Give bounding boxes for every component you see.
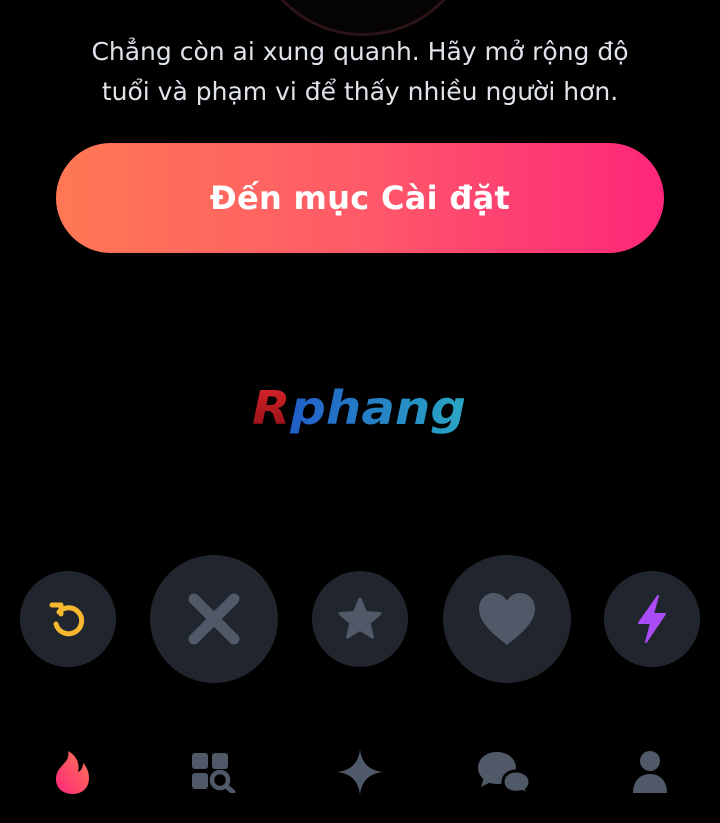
person-icon xyxy=(633,751,667,793)
empty-state-message: Chẳng còn ai xung quanh. Hãy mở rộng độ … xyxy=(40,32,680,112)
message-line-2: tuổi và phạm vi để thấy nhiều người hơn. xyxy=(101,77,619,106)
rewind-button[interactable] xyxy=(20,571,116,667)
watermark-logo: Rphang xyxy=(252,381,466,435)
chat-bubbles-icon xyxy=(478,752,532,795)
close-icon xyxy=(188,593,240,645)
tab-explore[interactable] xyxy=(184,742,244,802)
rewind-icon xyxy=(49,602,85,637)
flame-icon xyxy=(55,751,89,794)
tab-home[interactable] xyxy=(42,742,102,802)
go-to-settings-label: Đến mục Cài đặt xyxy=(209,179,511,217)
grid-search-icon xyxy=(192,753,236,793)
nope-button[interactable] xyxy=(150,555,278,683)
go-to-settings-button[interactable]: Đến mục Cài đặt xyxy=(56,143,664,253)
sparkle-icon xyxy=(337,749,383,795)
tab-messages[interactable] xyxy=(474,742,534,802)
boost-button[interactable] xyxy=(604,571,700,667)
like-button[interactable] xyxy=(443,555,571,683)
profile-photo-ring xyxy=(250,0,476,36)
message-line-1: Chẳng còn ai xung quanh. Hãy mở rộng độ xyxy=(91,37,629,66)
bottom-tab-bar xyxy=(0,730,720,810)
lightning-icon xyxy=(638,595,666,643)
super-like-button[interactable] xyxy=(312,571,408,667)
watermark-text: Rphang xyxy=(252,381,466,435)
tab-profile[interactable] xyxy=(620,742,680,802)
star-icon xyxy=(338,597,382,639)
heart-icon xyxy=(479,593,535,645)
tab-gold-home[interactable] xyxy=(330,742,390,802)
